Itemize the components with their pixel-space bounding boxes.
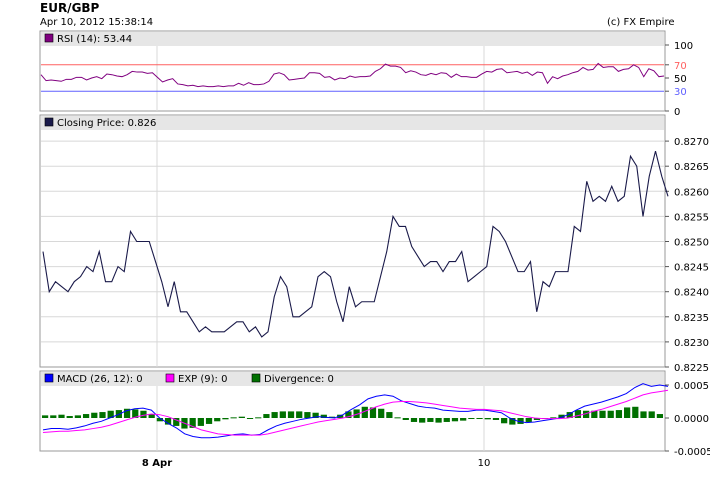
divergence-bar — [279, 411, 286, 418]
price-legend-label: Closing Price: 0.826 — [57, 118, 156, 129]
divergence-bar — [451, 418, 459, 422]
divergence-bar — [599, 410, 606, 418]
divergence-bar — [50, 415, 57, 418]
divergence-bar — [99, 412, 106, 418]
divergence-bar — [66, 416, 73, 418]
divergence-bar — [255, 417, 262, 419]
exp-legend-swatch — [165, 373, 175, 383]
price-y-tick-label: 0.8245 — [674, 263, 709, 274]
rsi-legend-swatch — [44, 33, 54, 43]
rsi-y-tick-label: 50 — [674, 74, 687, 85]
divergence-bar — [263, 414, 270, 418]
price-y-tick-label: 0.8260 — [674, 187, 709, 198]
divergence-bar — [386, 412, 393, 418]
exp-legend-label: EXP (9): 0 — [178, 374, 227, 385]
rsi-y-tick-label: 30 — [674, 87, 687, 98]
price-y-tick-label: 0.8265 — [674, 162, 709, 173]
macd-y-tick-label: 0.0005 — [674, 381, 709, 392]
divergence-bar — [238, 416, 245, 418]
divergence-bar — [58, 414, 65, 418]
divergence-bar — [296, 411, 303, 418]
divergence-bar — [82, 414, 90, 418]
chart-canvas: 100 70 50 30 0 0.8270 0.8265 0.8260 0.8255 0.825… — [39, 30, 710, 469]
divergence-bar — [410, 418, 418, 422]
macd-y-tick-label: 0.0000 — [674, 414, 709, 425]
divergence-bar — [230, 417, 237, 419]
divergence-bar — [378, 408, 385, 418]
divergence-bar — [648, 411, 655, 418]
divergence-bar — [443, 418, 450, 422]
divergence-bar — [607, 410, 614, 418]
divergence-bar — [402, 418, 409, 420]
divergence-bar — [435, 418, 442, 423]
rsi-y-tick-label: 0 — [674, 107, 680, 118]
macd-y-tick-label: -0.0005 — [674, 447, 710, 458]
price-y-tick-label: 0.8235 — [674, 313, 709, 324]
divergence-bar — [632, 406, 639, 418]
price-y-tick-label: 0.8250 — [674, 238, 709, 249]
divergence-bar — [304, 412, 311, 418]
divergence-bar — [640, 411, 647, 418]
divergence-bar — [74, 415, 81, 418]
divergence-bar — [501, 418, 508, 424]
divergence-bar — [91, 412, 98, 418]
divergence-bar — [656, 414, 664, 418]
divergence-bar — [287, 411, 295, 418]
divergence-bar — [427, 418, 434, 422]
divergence-bar — [214, 418, 221, 422]
divergence-bar — [222, 418, 229, 420]
macd-legend-label: MACD (26, 12): 0 — [57, 374, 143, 385]
macd-legend-swatch — [44, 373, 54, 383]
rsi-legend-label: RSI (14): 53.44 — [57, 34, 132, 45]
rsi-y-tick-label: 70 — [674, 61, 687, 72]
price-legend-swatch — [44, 117, 54, 127]
x-tick-label-8apr: 8 Apr — [142, 458, 172, 469]
divergence-bar — [574, 410, 582, 418]
divergence-bar — [525, 418, 532, 422]
rsi-y-tick-label: 100 — [674, 41, 693, 52]
divergence-bar — [460, 418, 467, 421]
x-tick-label-10: 10 — [478, 458, 491, 469]
divergence-bar — [140, 410, 147, 418]
price-y-tick-label: 0.8255 — [674, 212, 709, 223]
divergence-bar — [41, 415, 49, 418]
divergence-bar — [476, 418, 483, 419]
price-y-tick-label: 0.8240 — [674, 288, 709, 299]
divergence-bar — [394, 417, 401, 419]
divergence-bar — [468, 418, 475, 419]
price-y-tick-label: 0.8225 — [674, 363, 709, 374]
rsi-panel-header — [41, 32, 664, 46]
divergence-bar — [205, 418, 213, 424]
divergence-bar — [484, 418, 491, 420]
price-y-tick-label: 0.8230 — [674, 338, 709, 349]
divergence-bar — [419, 418, 426, 423]
divergence-bar — [197, 418, 204, 426]
divergence-legend-swatch — [251, 373, 261, 383]
divergence-bar — [271, 412, 278, 418]
divergence-bar — [615, 410, 623, 418]
divergence-bar — [246, 418, 254, 419]
divergence-legend-label: Divergence: 0 — [264, 374, 334, 385]
divergence-bar — [624, 407, 631, 418]
divergence-bar — [492, 418, 500, 420]
price-y-tick-label: 0.8270 — [674, 137, 709, 148]
